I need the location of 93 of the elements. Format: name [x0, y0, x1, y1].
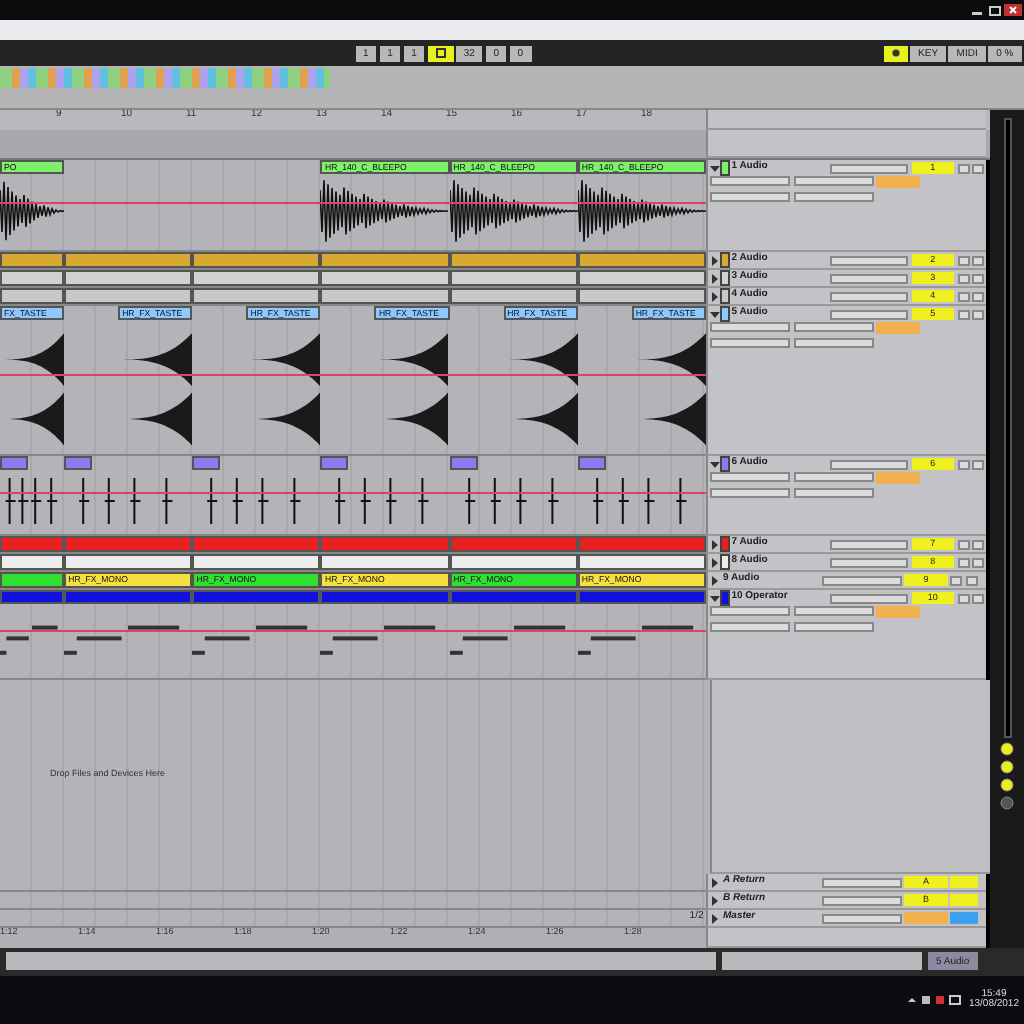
audio-clip[interactable] — [192, 270, 321, 286]
midi-clip[interactable] — [0, 590, 65, 604]
solo-toggle[interactable] — [957, 163, 970, 173]
audio-clip-title[interactable] — [0, 456, 28, 470]
cue-dropdown[interactable] — [821, 913, 902, 923]
volume-field[interactable] — [904, 912, 948, 924]
sub-output-dropdown[interactable] — [793, 337, 873, 347]
audio-clip[interactable] — [64, 536, 193, 552]
volume-field[interactable] — [875, 176, 920, 189]
audio-clip[interactable] — [192, 252, 321, 268]
output-dropdown[interactable] — [793, 322, 873, 333]
input-dropdown[interactable] — [829, 459, 909, 469]
audio-clip[interactable] — [449, 288, 578, 304]
solo-toggle[interactable] — [957, 459, 970, 469]
audio-clip[interactable] — [577, 270, 707, 286]
expand-arrow-icon[interactable] — [710, 273, 721, 283]
audio-clip[interactable] — [320, 270, 450, 286]
arm-toggle[interactable] — [971, 163, 984, 173]
midi-clip[interactable] — [64, 590, 193, 604]
audio-clip[interactable] — [320, 536, 450, 552]
audio-clip[interactable] — [192, 536, 321, 552]
pan-field[interactable] — [950, 876, 979, 888]
audio-clip[interactable] — [64, 270, 193, 286]
audio-clip[interactable] — [320, 288, 450, 304]
expand-arrow-icon[interactable] — [710, 459, 721, 469]
scrollbar-thumb[interactable] — [1003, 118, 1011, 738]
sub-output-dropdown[interactable] — [793, 191, 873, 201]
dot-icon — [891, 47, 900, 58]
expand-arrow-icon[interactable] — [710, 291, 721, 301]
input-dropdown[interactable] — [829, 163, 909, 173]
expand-arrow-icon[interactable] — [710, 575, 721, 585]
toolbar-toggle[interactable] — [883, 45, 908, 61]
audio-clip[interactable] — [577, 288, 707, 304]
loop-icon — [435, 47, 446, 58]
audio-clip[interactable] — [0, 252, 65, 268]
return-dropdown[interactable] — [710, 337, 791, 347]
return-dropdown[interactable] — [710, 191, 791, 201]
audio-clip[interactable] — [449, 536, 578, 552]
waveform-drawing — [320, 174, 449, 248]
output-dropdown[interactable] — [793, 176, 873, 187]
audio-clip[interactable] — [0, 270, 65, 286]
midi-clip[interactable] — [577, 590, 707, 604]
audio-clip[interactable] — [449, 252, 578, 268]
close-icon — [1003, 4, 1022, 16]
output-dropdown[interactable] — [793, 472, 873, 483]
audio-clip-title[interactable] — [449, 456, 478, 470]
output-dropdown[interactable] — [793, 606, 873, 617]
audio-clip[interactable] — [192, 288, 321, 304]
waveform-drawing — [577, 174, 706, 248]
expand-arrow-icon[interactable] — [710, 255, 721, 265]
waveform-drawing — [449, 174, 578, 248]
audio-clip[interactable] — [449, 554, 578, 570]
tray-icons-drawing — [906, 994, 967, 1006]
midi-clip[interactable] — [192, 590, 321, 604]
sub-output-dropdown[interactable] — [793, 621, 873, 631]
audio-clip[interactable] — [577, 252, 707, 268]
audio-clip[interactable] — [0, 536, 65, 552]
maximize-icon — [987, 5, 1001, 15]
volume-field[interactable] — [875, 606, 920, 619]
audio-clip[interactable] — [577, 554, 707, 570]
return-dropdown[interactable] — [710, 621, 791, 631]
audio-clip[interactable] — [0, 572, 65, 588]
volume-field[interactable] — [875, 472, 920, 485]
audio-clip-title[interactable] — [64, 456, 93, 470]
pan-field[interactable] — [950, 894, 979, 906]
audio-clip[interactable] — [320, 252, 450, 268]
audio-clip-title[interactable] — [320, 456, 349, 470]
return-dropdown[interactable] — [710, 487, 791, 497]
audio-clip[interactable] — [0, 288, 65, 304]
audio-clip[interactable] — [577, 536, 707, 552]
expand-arrow-icon[interactable] — [710, 163, 721, 173]
midi-clip[interactable] — [320, 590, 450, 604]
audio-clip-title[interactable] — [192, 456, 221, 470]
sub-output-dropdown[interactable] — [793, 487, 873, 497]
expand-arrow-icon[interactable] — [710, 557, 721, 567]
arm-toggle[interactable] — [971, 459, 984, 469]
pan-field[interactable] — [950, 912, 979, 924]
midi-clip[interactable] — [449, 590, 578, 604]
audio-clip[interactable] — [64, 288, 193, 304]
expand-arrow-icon[interactable] — [710, 539, 721, 549]
input-dropdown[interactable] — [829, 309, 909, 319]
audio-clip[interactable] — [192, 554, 321, 570]
audio-clip[interactable] — [449, 270, 578, 286]
audio-clip[interactable] — [320, 554, 450, 570]
expand-arrow-icon[interactable] — [710, 593, 721, 603]
input-dropdown[interactable] — [829, 593, 909, 603]
expand-arrow-icon[interactable] — [710, 309, 721, 319]
audio-clip[interactable] — [0, 554, 65, 570]
audio-clip[interactable] — [64, 554, 193, 570]
audio-clip-title[interactable] — [577, 456, 606, 470]
volume-field[interactable] — [875, 322, 920, 335]
toolbar-toggle[interactable] — [427, 45, 454, 61]
audio-clip[interactable] — [64, 252, 193, 268]
